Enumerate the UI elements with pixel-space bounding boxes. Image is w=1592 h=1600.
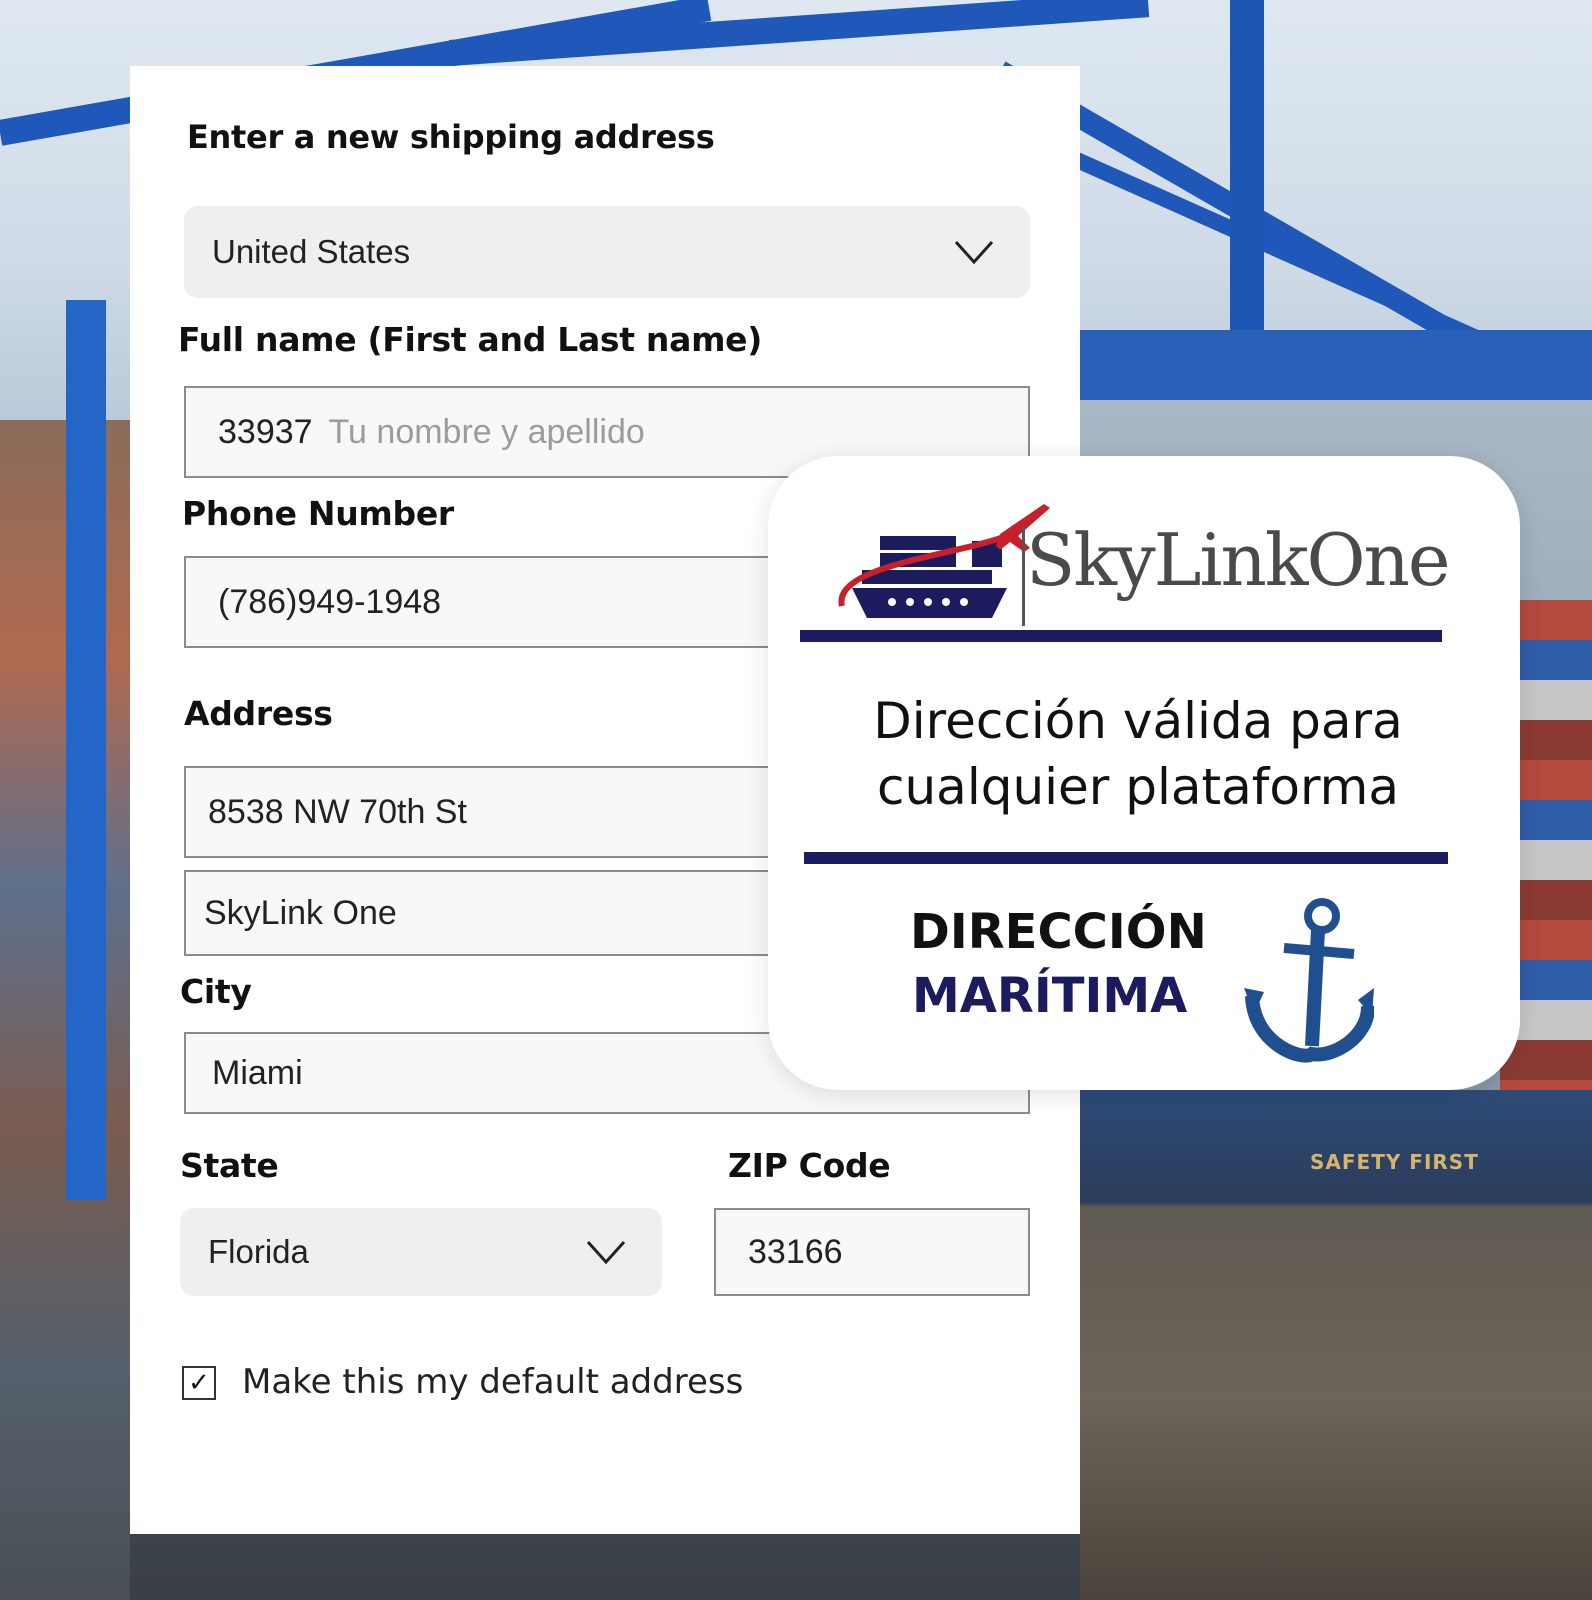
promo-card: SkyLinkOne Dirección válida para cualqui… xyxy=(768,456,1520,1090)
phone-label: Phone Number xyxy=(182,494,454,533)
maritime-title-line2: MARÍTIMA xyxy=(912,968,1188,1024)
tagline-line2: cualquier plataforma xyxy=(877,758,1399,816)
full-name-label: Full name (First and Last name) xyxy=(178,320,763,359)
state-value: Florida xyxy=(208,1233,309,1270)
full-name-value: 33937 xyxy=(218,412,313,451)
address-label: Address xyxy=(184,694,333,733)
form-title: Enter a new shipping address xyxy=(187,118,715,156)
phone-value: (786)949-1948 xyxy=(218,582,442,621)
tagline-line1: Dirección válida para xyxy=(873,692,1403,750)
address-line2-value: SkyLink One xyxy=(204,893,397,932)
check-icon: ✓ xyxy=(188,1368,210,1398)
city-value: Miami xyxy=(212,1053,303,1092)
maritime-title-line1: DIRECCIÓN xyxy=(910,904,1207,960)
country-value: United States xyxy=(212,233,411,270)
chevron-down-icon xyxy=(586,1240,626,1264)
ship-text: SAFETY FIRST xyxy=(1310,1150,1479,1174)
address-line1-value: 8538 NW 70th St xyxy=(208,792,467,831)
card-tagline: Dirección válida para cualquier platafor… xyxy=(808,688,1468,820)
full-name-placeholder: Tu nombre y apellido xyxy=(328,412,645,451)
chevron-down-icon xyxy=(954,240,994,264)
container-yard xyxy=(0,420,130,1600)
default-address-label: Make this my default address xyxy=(242,1362,744,1402)
anchor-icon xyxy=(1244,898,1374,1063)
crane-leg xyxy=(66,300,106,1200)
zip-value: 33166 xyxy=(748,1232,843,1271)
crane-deck xyxy=(1080,330,1592,400)
zip-label: ZIP Code xyxy=(728,1146,891,1185)
default-address-checkbox[interactable]: ✓ xyxy=(182,1366,216,1400)
zip-field[interactable]: 33166 xyxy=(714,1208,1030,1296)
country-select[interactable]: United States xyxy=(184,206,1030,298)
state-label: State xyxy=(180,1146,279,1185)
state-select[interactable]: Florida xyxy=(180,1208,662,1296)
brand-name: SkyLinkOne xyxy=(1026,518,1450,602)
bottom-divider xyxy=(804,852,1448,864)
top-divider xyxy=(800,630,1442,642)
city-label: City xyxy=(180,972,252,1011)
